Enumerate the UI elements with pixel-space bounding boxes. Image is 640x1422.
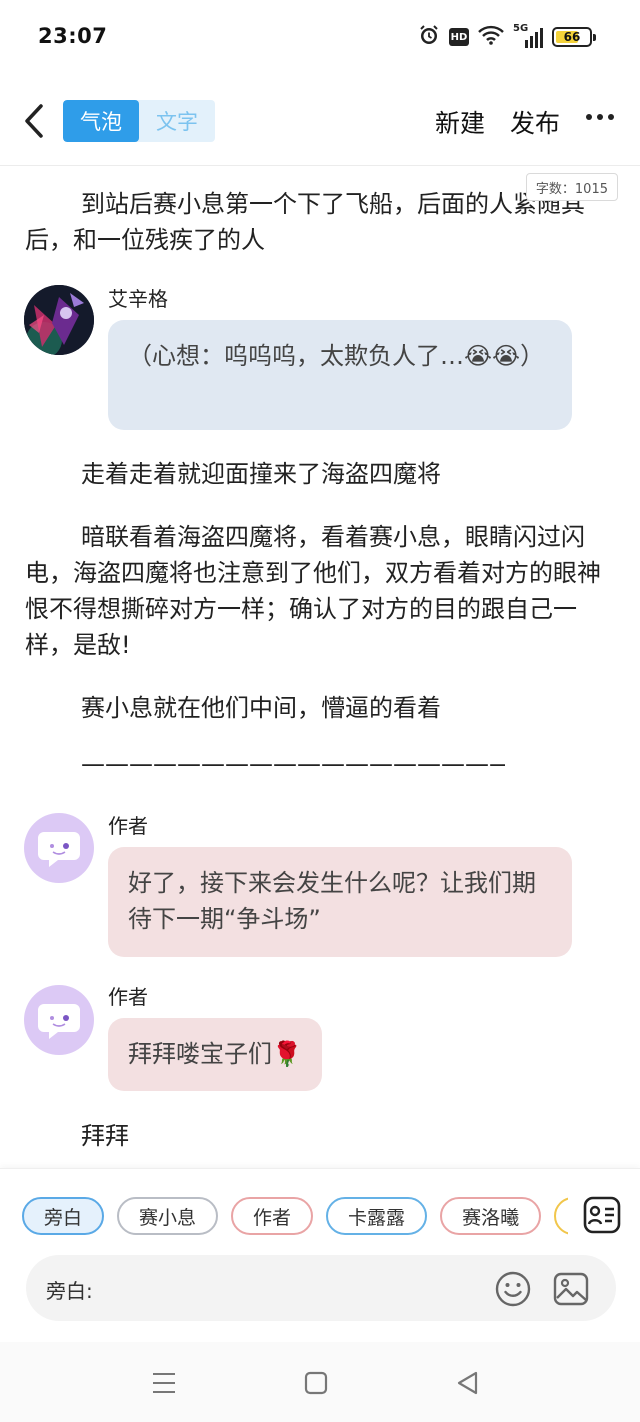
editor-bottom-panel: 旁白 赛小息 作者 卡露露 赛洛曦 阿 旁白: [0, 1168, 640, 1342]
back-triangle-icon[interactable] [455, 1370, 481, 1396]
image-icon[interactable] [552, 1270, 590, 1308]
avatar-aixinge[interactable] [24, 285, 94, 355]
role-chip[interactable]: 卡露露 [326, 1197, 428, 1235]
wifi-icon [478, 25, 504, 49]
system-navigation-bar [0, 1342, 640, 1422]
role-chip[interactable]: 阿 [554, 1197, 568, 1235]
role-chip[interactable]: 赛洛曦 [440, 1197, 542, 1235]
role-card-icon[interactable] [582, 1195, 622, 1235]
mode-switch: 气泡 文字 [63, 100, 215, 142]
home-icon[interactable] [303, 1370, 329, 1396]
narration-paragraph[interactable]: 赛小息就在他们中间，懵逼的看着 [25, 690, 615, 726]
signal-5g-icon: 5G [513, 23, 543, 48]
status-icons: HD 5G 66 [418, 23, 596, 50]
text-input[interactable]: 旁白: [26, 1255, 616, 1321]
chat-face-icon [38, 832, 80, 867]
divider-line-text[interactable]: —————————————————— [25, 746, 505, 782]
hd-icon: HD [449, 28, 469, 46]
role-chip[interactable]: 赛小息 [117, 1197, 219, 1235]
tab-bubble[interactable]: 气泡 [63, 100, 139, 142]
battery-icon: 66 [552, 27, 596, 47]
new-button[interactable]: 新建 [435, 104, 485, 140]
narration-paragraph[interactable]: 拜拜 [25, 1118, 615, 1154]
battery-level: 66 [563, 30, 581, 44]
back-button[interactable] [14, 98, 54, 144]
character-name: 艾辛格 [108, 287, 168, 311]
chevron-left-icon [25, 104, 43, 138]
more-options-icon[interactable] [586, 114, 614, 120]
emoji-icon[interactable] [494, 1270, 532, 1308]
top-nav-bar: 气泡 文字 新建 发布 [0, 76, 640, 166]
tab-text[interactable]: 文字 [139, 100, 215, 142]
menu-icon[interactable] [151, 1370, 177, 1396]
chat-bubble[interactable]: 拜拜喽宝子们🌹 [108, 1018, 322, 1091]
narration-paragraph[interactable]: 走着走着就迎面撞来了海盗四魔将 [25, 456, 615, 492]
narration-paragraph[interactable]: 暗联看着海盗四魔将，看着赛小息，眼睛闪过闪电，海盗四魔将也注意到了他们，双方看着… [25, 519, 615, 663]
publish-button[interactable]: 发布 [510, 104, 560, 140]
input-role-label: 旁白: [46, 1279, 93, 1303]
role-chip-narrator[interactable]: 旁白 [22, 1197, 105, 1235]
word-count-badge: 字数：1015 [525, 173, 618, 201]
alarm-icon [418, 24, 440, 50]
role-chip[interactable]: 作者 [231, 1197, 314, 1235]
avatar-author[interactable] [24, 813, 94, 883]
chat-face-icon [38, 1004, 80, 1039]
chat-bubble[interactable]: 好了，接下来会发生什么呢？让我们期待下一期“争斗场” [108, 847, 572, 957]
avatar-author[interactable] [24, 985, 94, 1055]
character-name: 作者 [108, 814, 148, 838]
status-bar: 23:07 HD 5G 66 [0, 0, 640, 76]
status-time: 23:07 [38, 24, 108, 48]
character-name: 作者 [108, 985, 148, 1009]
role-selector: 旁白 赛小息 作者 卡露露 赛洛曦 阿 [22, 1197, 568, 1237]
chat-bubble[interactable]: （心想：呜呜呜，太欺负人了…😭😭） [108, 320, 572, 430]
